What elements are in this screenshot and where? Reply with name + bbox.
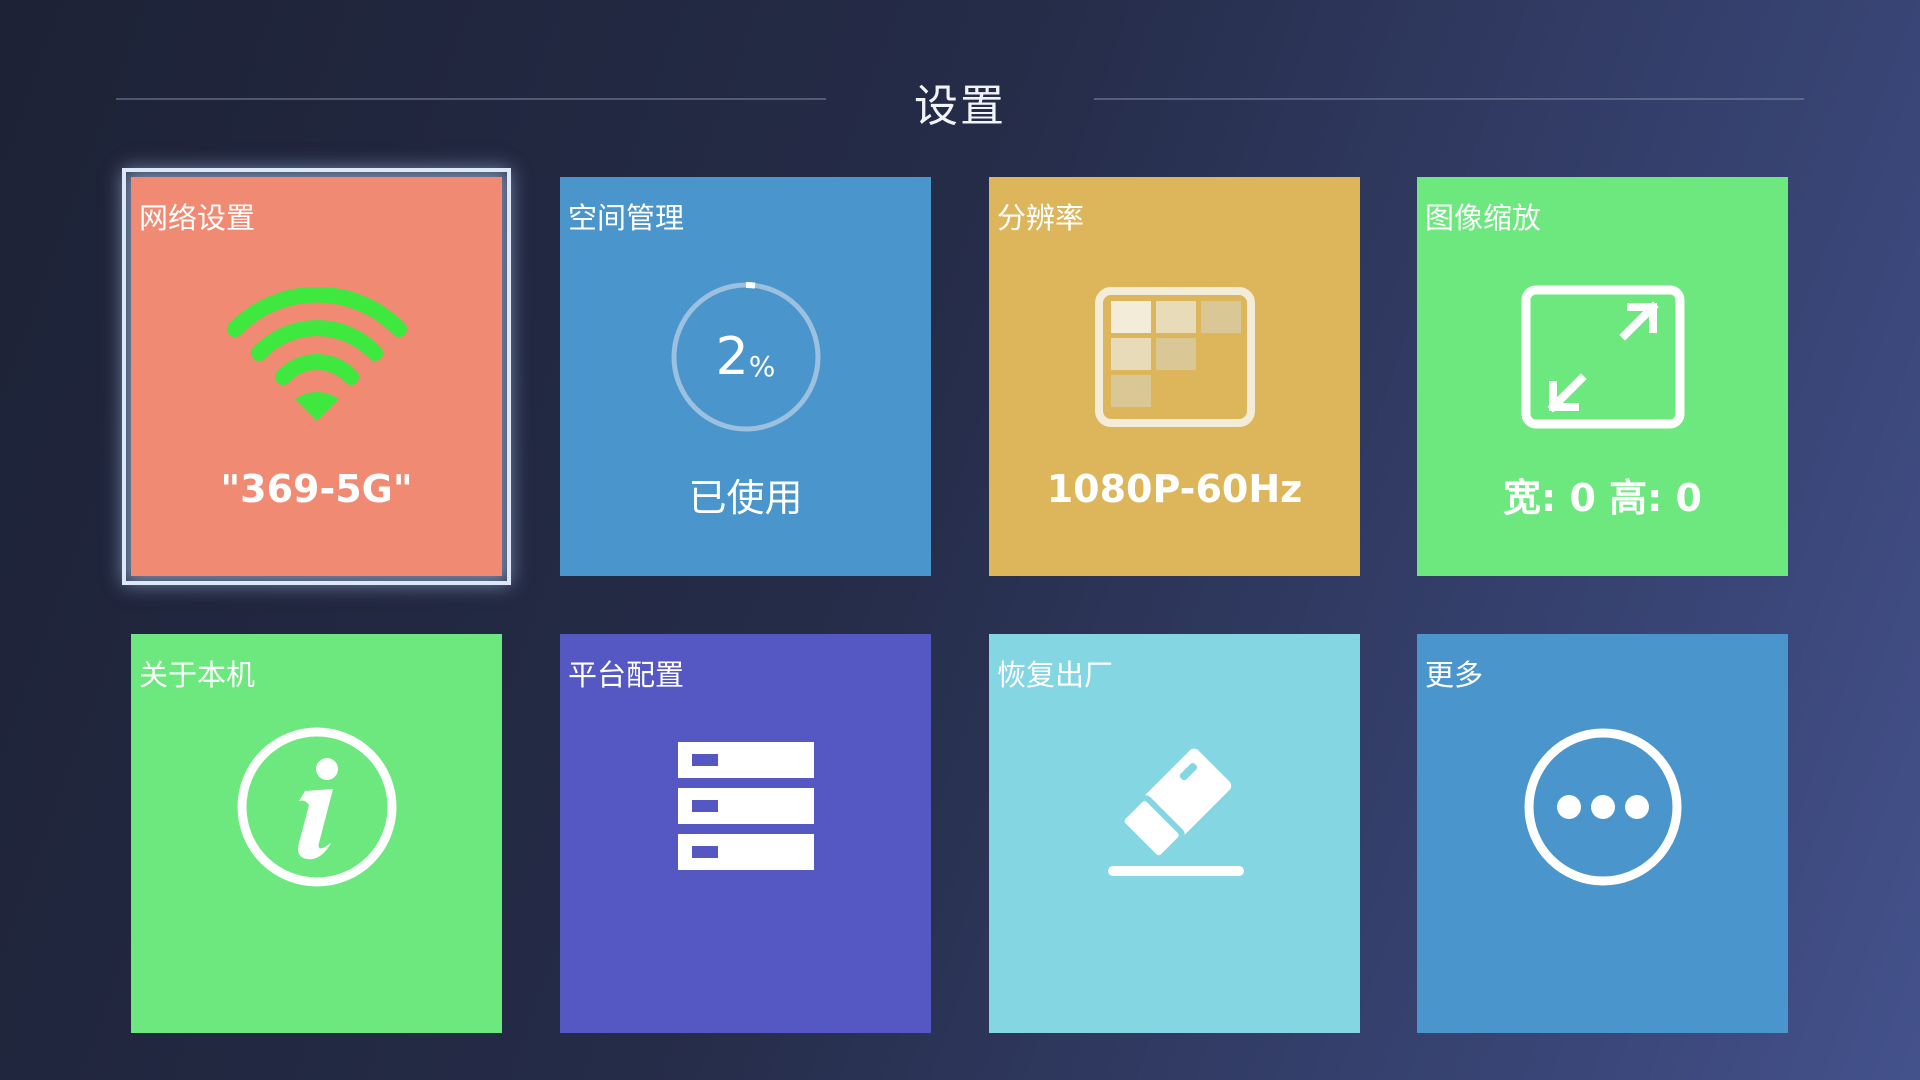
tile-network-settings[interactable]: 网络设置 "369-5G": [122, 168, 511, 585]
network-ssid: "369-5G": [220, 467, 413, 511]
tile-label: 恢复出厂: [997, 658, 1114, 692]
storage-percent-number: 2: [715, 327, 749, 387]
tile-resolution[interactable]: 分辨率 1080P-60Hz: [989, 177, 1360, 576]
wifi-icon: [131, 277, 502, 437]
info-icon: [131, 722, 502, 892]
page-title: 设置: [914, 81, 1006, 132]
tile-factory-reset[interactable]: 恢复出厂: [989, 634, 1360, 1033]
tile-about-device[interactable]: 关于本机: [131, 634, 502, 1033]
tile-label: 更多: [1425, 658, 1484, 692]
tile-label: 关于本机: [139, 658, 256, 692]
resize-arrows-icon: [1417, 277, 1788, 437]
eraser-icon: [989, 722, 1360, 892]
header-divider-right: [1094, 98, 1804, 100]
tile-label: 网络设置: [139, 201, 256, 235]
tile-platform-config[interactable]: 平台配置: [560, 634, 931, 1033]
storage-ring-icon: 2 %: [560, 277, 931, 437]
tile-storage-management[interactable]: 空间管理 2 % 已使用: [560, 177, 931, 576]
storage-percent-unit: %: [748, 349, 776, 383]
tile-label: 空间管理: [568, 201, 685, 235]
tile-image-scaling[interactable]: 图像缩放 宽: 0 高: 0: [1417, 177, 1788, 576]
tile-label: 图像缩放: [1425, 201, 1542, 235]
tile-label: 平台配置: [568, 658, 685, 692]
more-dots-icon: [1417, 722, 1788, 892]
tile-label: 分辨率: [997, 201, 1085, 235]
image-scaling-value: 宽: 0 高: 0: [1503, 476, 1702, 520]
server-icon: [560, 722, 931, 892]
resolution-value: 1080P-60Hz: [1046, 467, 1303, 511]
page-header: 设置: [0, 0, 1920, 200]
storage-used-label: 已使用: [688, 476, 803, 520]
tile-more[interactable]: 更多: [1417, 634, 1788, 1033]
resolution-grid-icon: [989, 277, 1360, 437]
